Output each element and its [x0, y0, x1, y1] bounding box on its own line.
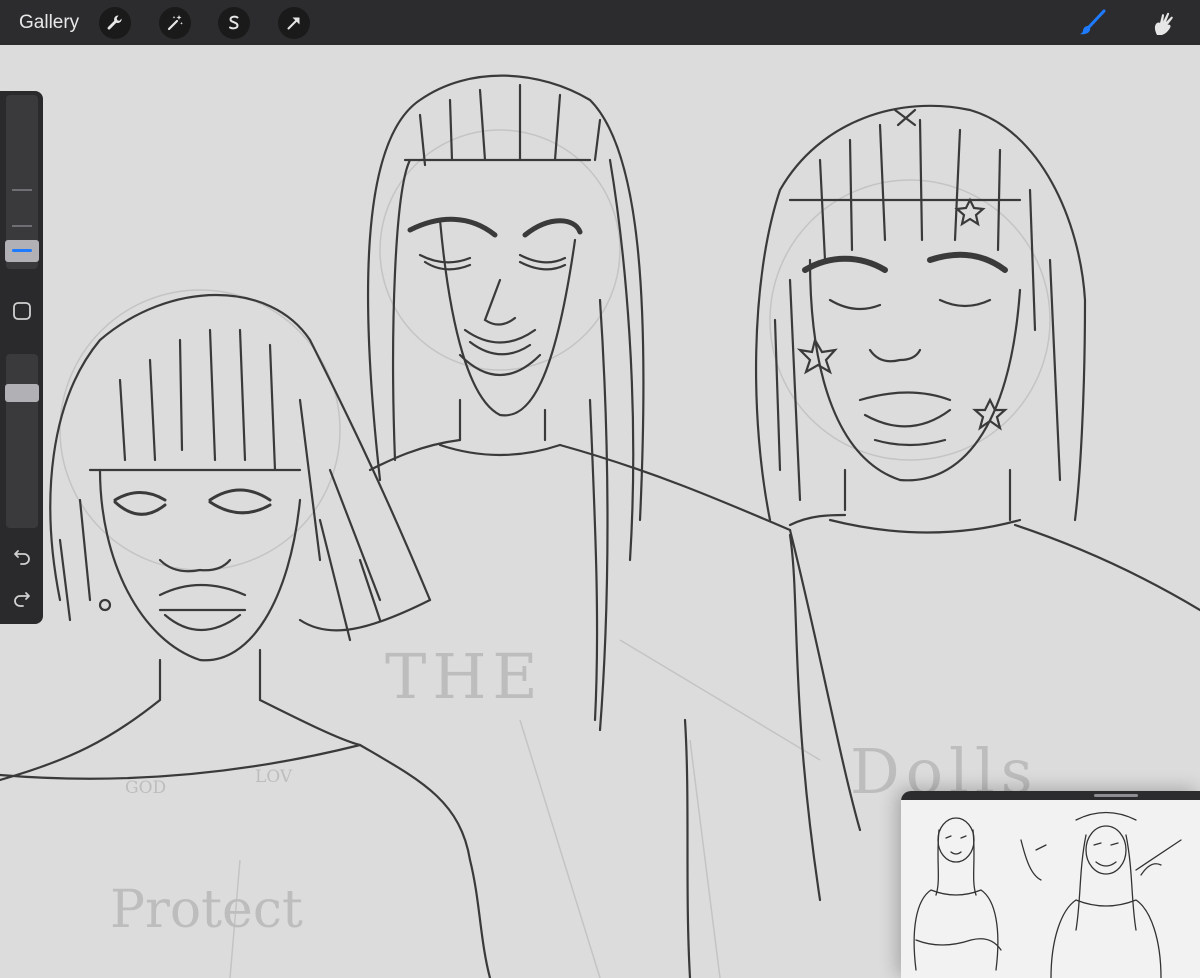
opacity-thumb[interactable]: [5, 384, 39, 402]
undo-icon: [14, 550, 30, 565]
left-sidebar: [0, 91, 43, 624]
wrench-icon: [107, 15, 122, 30]
gallery-button[interactable]: Gallery: [19, 0, 79, 45]
selection-icon: [229, 15, 239, 30]
actions-button[interactable]: [99, 7, 131, 39]
adjustments-button[interactable]: [159, 7, 191, 39]
transform-button[interactable]: [278, 7, 310, 39]
sketch-word-protect: Protect: [110, 880, 303, 940]
brush-tool-button[interactable]: [1076, 6, 1110, 40]
square-icon: [13, 302, 31, 320]
opacity-slider[interactable]: [5, 354, 39, 528]
reference-window[interactable]: [901, 791, 1200, 978]
top-toolbar: Gallery: [0, 0, 1200, 45]
modify-square-button[interactable]: [6, 295, 38, 327]
size-tick: [12, 189, 32, 191]
redo-icon: [14, 592, 30, 607]
reference-window-titlebar[interactable]: [901, 791, 1200, 800]
sketch-word-god: GOD: [125, 778, 167, 798]
magic-wand-icon: [167, 15, 183, 31]
transform-arrow-icon: [287, 17, 300, 30]
selection-button[interactable]: [218, 7, 250, 39]
brush-icon: [1080, 9, 1106, 35]
sketch-word-lov: LOV: [255, 767, 293, 787]
brush-size-slider[interactable]: [5, 95, 39, 269]
smudge-icon: [1154, 12, 1173, 35]
undo-button[interactable]: [6, 539, 38, 571]
reference-image: [913, 811, 1182, 978]
redo-button[interactable]: [6, 581, 38, 613]
smudge-tool-button[interactable]: [1146, 6, 1180, 40]
drag-handle[interactable]: [1094, 794, 1138, 797]
size-tick: [12, 225, 32, 227]
brush-size-thumb[interactable]: [5, 240, 39, 262]
sketch-word-the: THE: [385, 640, 544, 713]
size-indicator: [12, 249, 32, 252]
